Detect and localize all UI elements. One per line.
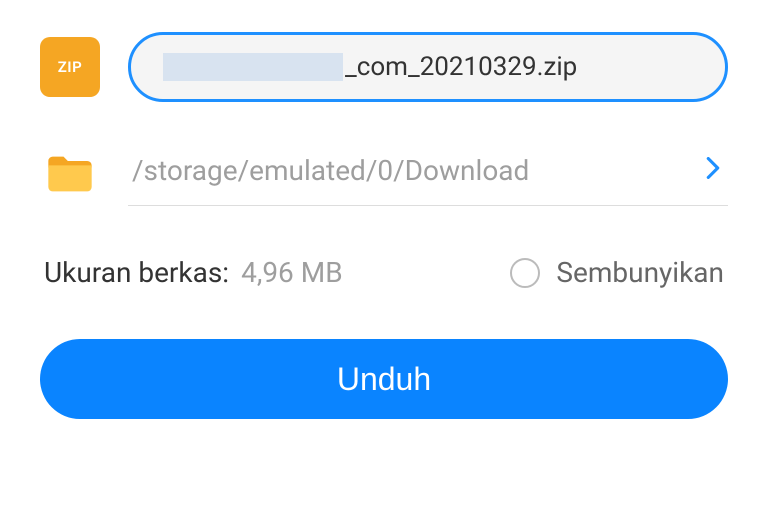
filesize-label: Ukuran berkas: <box>44 256 229 289</box>
destination-row: /storage/emulated/0/Download <box>40 142 728 206</box>
zip-icon-label: ZIP <box>58 58 83 76</box>
hide-toggle[interactable]: Sembunyikan <box>510 256 724 289</box>
download-button[interactable]: Unduh <box>40 339 728 419</box>
zip-file-icon: ZIP <box>40 37 100 97</box>
destination-path-field[interactable]: /storage/emulated/0/Download <box>128 142 728 206</box>
filename-input[interactable]: _com_20210329.zip <box>128 32 728 102</box>
filename-visible-text: _com_20210329.zip <box>345 52 577 82</box>
chevron-right-icon <box>706 157 720 185</box>
filesize-value: 4,96 MB <box>241 256 343 289</box>
destination-path-text: /storage/emulated/0/Download <box>132 154 529 187</box>
radio-unchecked-icon <box>510 258 540 288</box>
filesize-group: Ukuran berkas: 4,96 MB <box>44 256 343 289</box>
filename-row: ZIP _com_20210329.zip <box>40 32 728 102</box>
info-row: Ukuran berkas: 4,96 MB Sembunyikan <box>40 256 728 289</box>
folder-icon <box>40 144 100 204</box>
hide-label: Sembunyikan <box>556 256 724 289</box>
filename-redacted-portion <box>163 53 343 81</box>
